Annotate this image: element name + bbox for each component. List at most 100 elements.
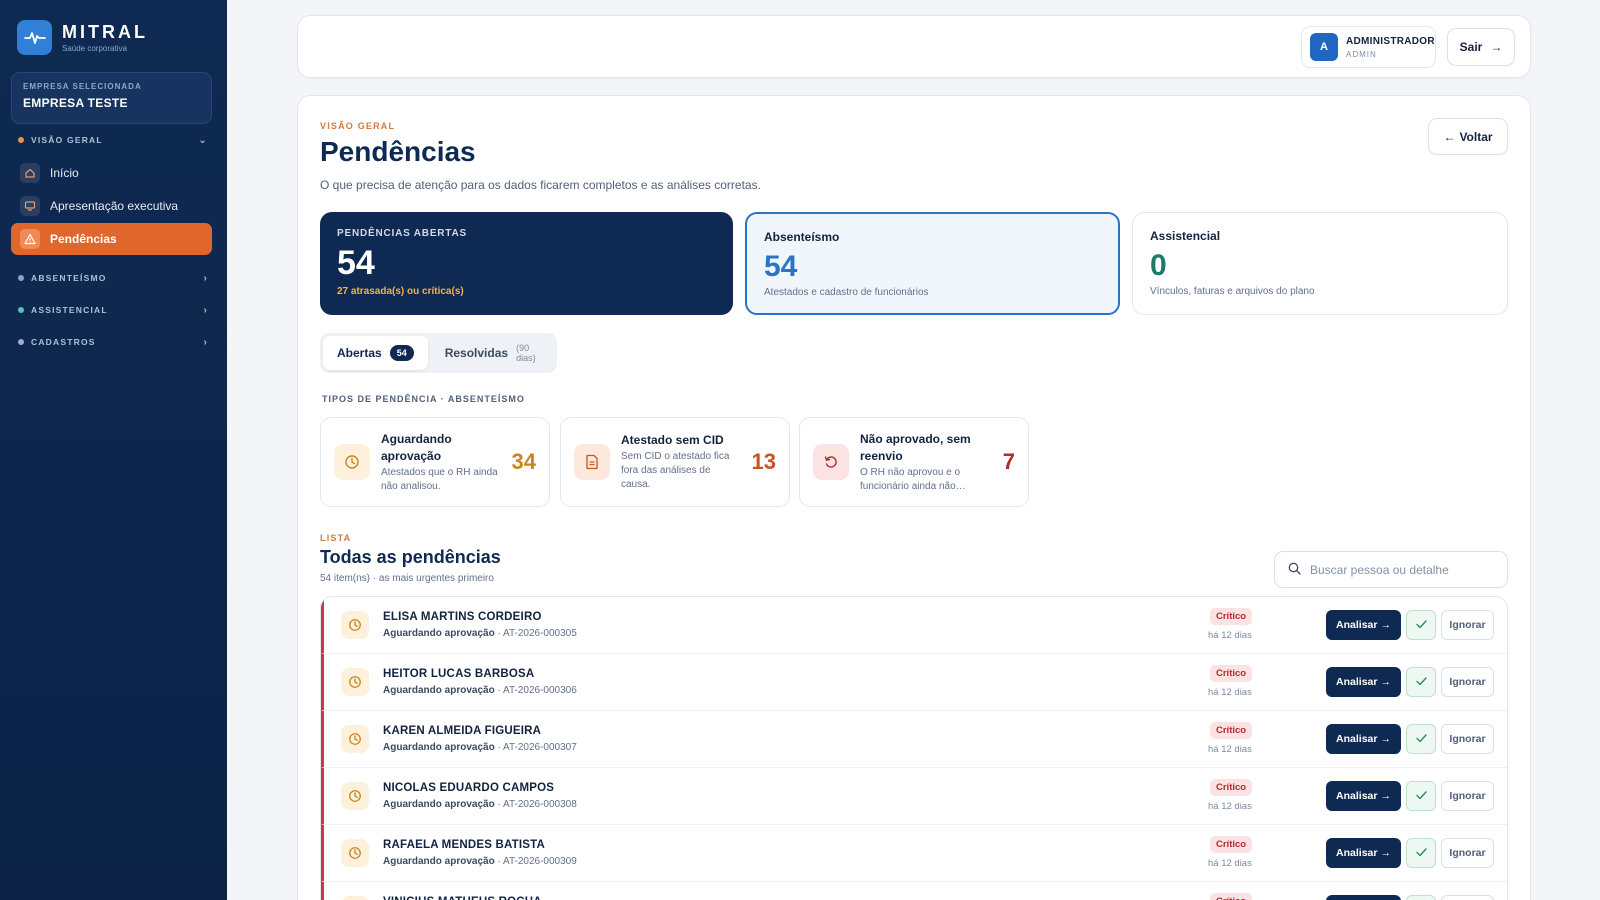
absenteeism-card[interactable]: Absenteísmo 54 Atestados e cadastro de f… bbox=[745, 212, 1120, 315]
clock-icon bbox=[341, 725, 369, 753]
sidebar-group-label: ASSISTENCIAL bbox=[31, 305, 108, 315]
back-button[interactable]: ← Voltar bbox=[1428, 118, 1508, 155]
company-selector[interactable]: EMPRESA SELECIONADA EMPRESA TESTE bbox=[11, 72, 212, 124]
sidebar-item-pendencias[interactable]: Pendências bbox=[11, 223, 212, 255]
analyze-button[interactable]: Analisar→ bbox=[1326, 781, 1401, 811]
type-card-no-cid[interactable]: Atestado sem CID Sem CID o atestado fica… bbox=[560, 417, 790, 507]
severity-badge: Crítico bbox=[1210, 722, 1253, 739]
person-name: RAFAELA MENDES BATISTA bbox=[383, 839, 545, 851]
stat-value: 54 bbox=[764, 250, 798, 283]
type-card-not-approved[interactable]: Não aprovado, sem reenvio O RH não aprov… bbox=[799, 417, 1029, 507]
list-item[interactable]: RAFAELA MENDES BATISTA Aguardando aprova… bbox=[321, 825, 1507, 882]
main-panel: VISÃO GERAL Pendências O que precisa de … bbox=[297, 95, 1531, 900]
sidebar-item-apresentacao[interactable]: Apresentação executiva bbox=[11, 190, 212, 222]
analyze-button[interactable]: Analisar→ bbox=[1326, 895, 1401, 900]
user-role: ADMIN bbox=[1346, 49, 1377, 59]
approve-button[interactable] bbox=[1406, 667, 1436, 697]
company-label: EMPRESA SELECIONADA bbox=[23, 82, 142, 91]
list-subtitle: 54 item(ns) · as mais urgentes primeiro bbox=[320, 573, 494, 584]
person-name: ELISA MARTINS CORDEIRO bbox=[383, 611, 542, 623]
record-code: · AT-2026-000307 bbox=[497, 742, 577, 753]
arrow-right-icon: → bbox=[1380, 790, 1391, 802]
ignore-button[interactable]: Ignorar bbox=[1441, 895, 1494, 900]
approve-button[interactable] bbox=[1406, 838, 1436, 868]
logout-label: Sair bbox=[1459, 40, 1483, 54]
pending-type: Aguardando aprovação bbox=[383, 856, 495, 867]
approve-button[interactable] bbox=[1406, 610, 1436, 640]
sidebar-item-label: Início bbox=[50, 166, 79, 180]
sidebar-group-cadastros[interactable]: CADASTROS › bbox=[18, 336, 208, 348]
chevron-right-icon: › bbox=[203, 336, 208, 348]
open-issues-card: PENDÊNCIAS ABERTAS 54 27 atrasada(s) ou … bbox=[320, 212, 733, 315]
tab-label: Abertas bbox=[337, 346, 382, 360]
stat-label: PENDÊNCIAS ABERTAS bbox=[337, 228, 467, 239]
group-dot bbox=[18, 307, 24, 313]
refresh-icon bbox=[813, 444, 849, 480]
group-dot bbox=[18, 339, 24, 345]
list-title: Todas as pendências bbox=[320, 547, 501, 567]
list-item[interactable]: NICOLAS EDUARDO CAMPOS Aguardando aprova… bbox=[321, 768, 1507, 825]
pending-type: Aguardando aprovação bbox=[383, 742, 495, 753]
tab-abertas[interactable]: Abertas 54 bbox=[323, 336, 428, 370]
analyze-button[interactable]: Analisar→ bbox=[1326, 838, 1401, 868]
type-title: Não aprovado, sem reenvio bbox=[860, 431, 971, 463]
search-placeholder: Buscar pessoa ou detalhe bbox=[1310, 562, 1449, 577]
arrow-right-icon: → bbox=[1380, 733, 1391, 745]
tab-resolvidas[interactable]: Resolvidas (90 dias) bbox=[431, 336, 554, 370]
type-desc: Sem CID o atestado fica fora das análise… bbox=[621, 451, 730, 490]
top-bar: A ADMINISTRADOR ADMIN Sair → bbox=[297, 15, 1531, 78]
severity-badge: Crítico bbox=[1210, 665, 1253, 682]
avatar: A bbox=[1310, 33, 1338, 61]
brand[interactable]: MITRAL Saúde corporativa bbox=[17, 20, 148, 55]
logout-button[interactable]: Sair → bbox=[1447, 28, 1515, 66]
stat-note: 27 atrasada(s) ou crítica(s) bbox=[337, 286, 464, 297]
list-item[interactable]: ELISA MARTINS CORDEIRO Aguardando aprova… bbox=[321, 597, 1507, 654]
chevron-right-icon: › bbox=[203, 272, 208, 284]
stat-label: Assistencial bbox=[1150, 229, 1221, 243]
type-card-awaiting[interactable]: Aguardando aprovação Atestados que o RH … bbox=[320, 417, 550, 507]
pending-detail: Aguardando aprovação · AT-2026-000309 bbox=[383, 856, 577, 867]
user-menu[interactable]: A ADMINISTRADOR ADMIN bbox=[1301, 26, 1436, 68]
approve-button[interactable] bbox=[1406, 895, 1436, 900]
stat-desc: Atestados e cadastro de funcionários bbox=[764, 287, 929, 298]
ignore-button[interactable]: Ignorar bbox=[1441, 838, 1494, 868]
person-name: HEITOR LUCAS BARBOSA bbox=[383, 668, 535, 680]
approve-button[interactable] bbox=[1406, 724, 1436, 754]
approve-button[interactable] bbox=[1406, 781, 1436, 811]
types-section-label: TIPOS DE PENDÊNCIA · ABSENTEÍSMO bbox=[322, 394, 525, 404]
record-code: · AT-2026-000309 bbox=[497, 856, 577, 867]
ignore-button[interactable]: Ignorar bbox=[1441, 781, 1494, 811]
sidebar-group-absenteismo[interactable]: ABSENTEÍSMO › bbox=[18, 272, 208, 284]
ignore-button[interactable]: Ignorar bbox=[1441, 724, 1494, 754]
sidebar-item-inicio[interactable]: Início bbox=[11, 157, 212, 189]
list-item[interactable]: HEITOR LUCAS BARBOSA Aguardando aprovaçã… bbox=[321, 654, 1507, 711]
analyze-button[interactable]: Analisar→ bbox=[1326, 610, 1401, 640]
age-label: há 12 dias bbox=[1208, 687, 1252, 698]
analyze-button[interactable]: Analisar→ bbox=[1326, 667, 1401, 697]
ignore-button[interactable]: Ignorar bbox=[1441, 610, 1494, 640]
search-input[interactable]: Buscar pessoa ou detalhe bbox=[1274, 551, 1508, 588]
list-item[interactable]: VINICIUS MATHEUS ROCHA Aguardando aprova… bbox=[321, 882, 1507, 900]
arrow-right-icon: → bbox=[1490, 40, 1503, 54]
analyze-label: Analisar bbox=[1336, 790, 1378, 802]
pending-detail: Aguardando aprovação · AT-2026-000305 bbox=[383, 628, 577, 639]
clock-icon bbox=[334, 444, 370, 480]
type-desc: O RH não aprovou e o funcionário ainda n… bbox=[860, 466, 966, 492]
sidebar-group-overview[interactable]: VISÃO GERAL ⌄ bbox=[18, 135, 208, 146]
list-item[interactable]: KAREN ALMEIDA FIGUEIRA Aguardando aprova… bbox=[321, 711, 1507, 768]
sidebar-group-assistencial[interactable]: ASSISTENCIAL › bbox=[18, 305, 208, 316]
sidebar-item-label: Apresentação executiva bbox=[50, 199, 179, 213]
record-code: · AT-2026-000305 bbox=[497, 628, 577, 639]
check-icon bbox=[1415, 787, 1427, 805]
clock-icon bbox=[341, 782, 369, 810]
search-icon bbox=[1288, 562, 1301, 578]
type-title: Atestado sem CID bbox=[621, 433, 724, 447]
stat-value: 0 bbox=[1150, 249, 1167, 282]
type-desc: Atestados que o RH ainda não analisou. bbox=[381, 466, 498, 492]
assistance-card[interactable]: Assistencial 0 Vínculos, faturas e arqui… bbox=[1132, 212, 1508, 315]
arrow-right-icon: → bbox=[1380, 676, 1391, 688]
analyze-button[interactable]: Analisar→ bbox=[1326, 724, 1401, 754]
ignore-button[interactable]: Ignorar bbox=[1441, 667, 1494, 697]
back-label: Voltar bbox=[1459, 129, 1493, 144]
group-dot bbox=[18, 275, 24, 281]
